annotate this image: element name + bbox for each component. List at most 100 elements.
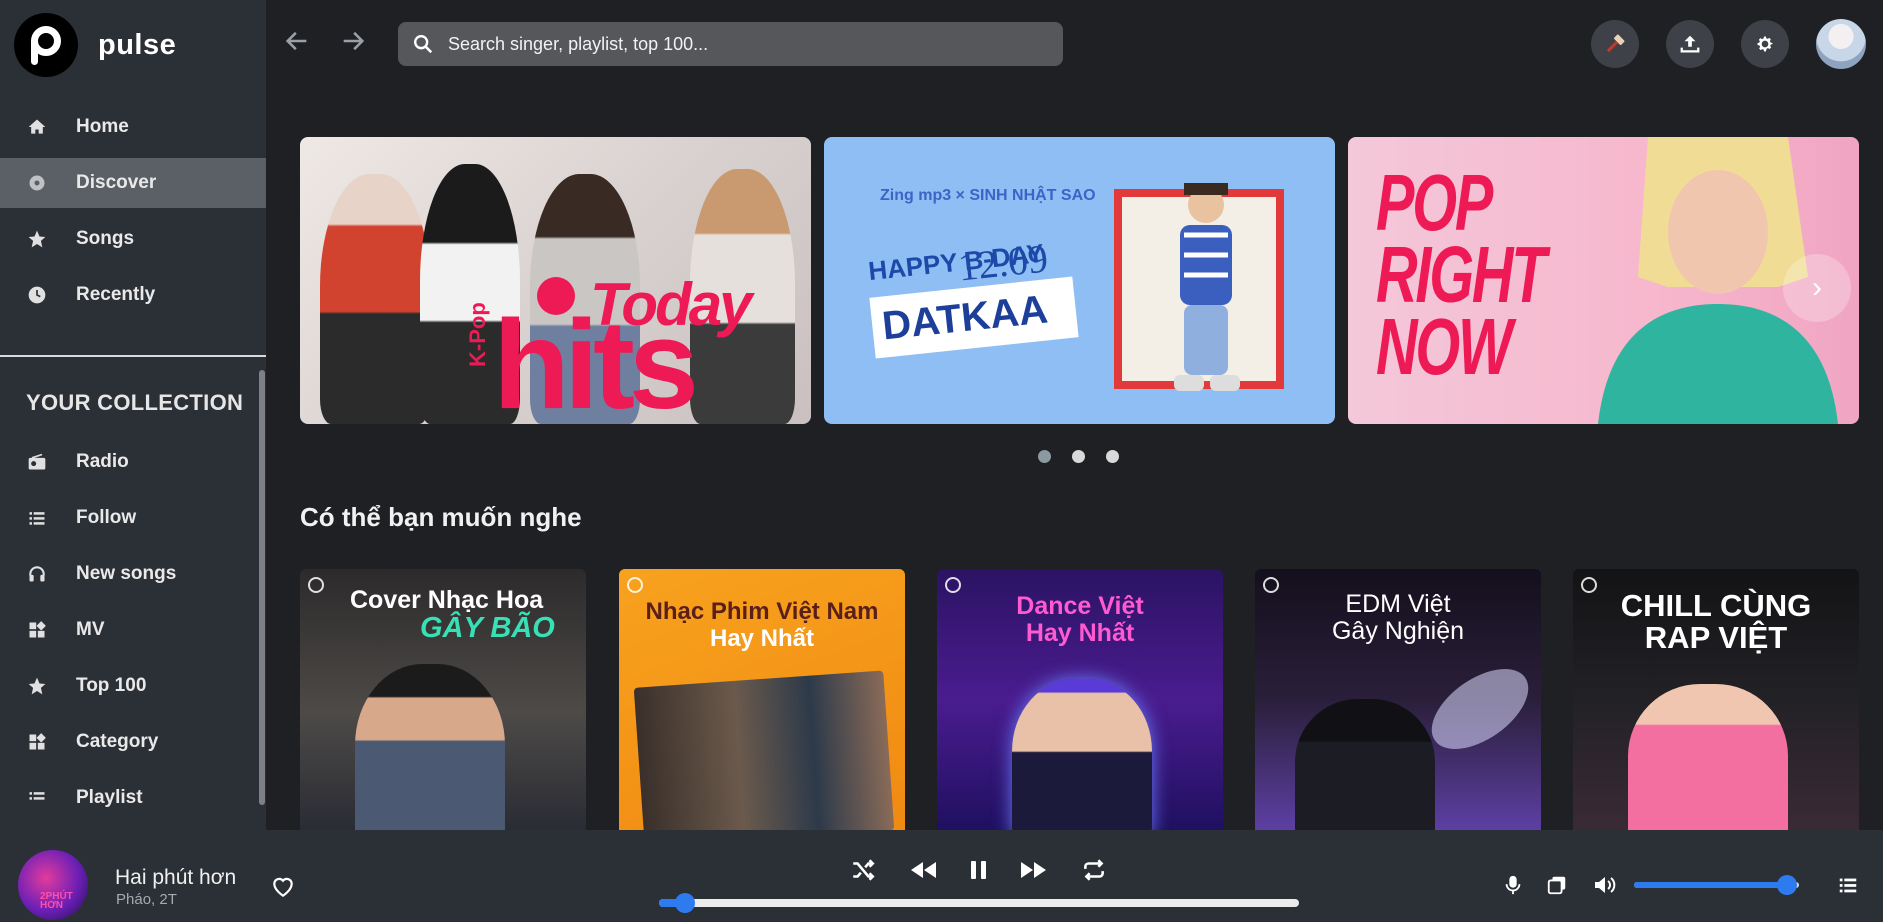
sidebar-item-radio[interactable]: Radio: [0, 437, 266, 487]
copy-icon: [1547, 876, 1566, 895]
next-button[interactable]: [1019, 855, 1049, 885]
microphone-icon: [1505, 875, 1521, 895]
banner-happy-birthday[interactable]: Zing mp3 × SINH NHẬT SAO HAPPY B-DAY 12.…: [824, 137, 1335, 424]
radio-icon: [26, 451, 48, 473]
banner-kpop-today-hits[interactable]: Today hits K-Pop: [300, 137, 811, 424]
playlist-card[interactable]: Cover Nhạc Hoa GÂY BÃO: [300, 569, 586, 830]
playlist-card[interactable]: Dance Việt Hay Nhất: [937, 569, 1223, 830]
search-input[interactable]: [448, 33, 1008, 55]
mini-player-button[interactable]: [1544, 872, 1570, 898]
progress-knob[interactable]: [674, 893, 695, 913]
sidebar-item-label: Home: [76, 116, 129, 137]
playlist-card[interactable]: CHILL CÙNG RAP VIỆT: [1573, 569, 1859, 830]
banner-title-line: RIGHT: [1376, 230, 1547, 319]
app-name: pulse: [98, 28, 177, 61]
carousel-dot[interactable]: [1038, 450, 1051, 463]
progress-slider[interactable]: [659, 893, 1299, 913]
song-artist[interactable]: Pháo, 2T: [116, 891, 177, 908]
volume-fill: [1634, 882, 1788, 888]
cover-text: 2PHÚT HƠN: [40, 891, 73, 911]
banner-artist-figure: [1174, 183, 1240, 391]
sidebar-item-playlist[interactable]: Playlist: [0, 773, 266, 823]
main-nav: Home Discover Songs Recently: [0, 102, 266, 326]
settings-button[interactable]: [1741, 20, 1789, 68]
like-button[interactable]: [270, 874, 296, 900]
song-cover[interactable]: 2PHÚT HƠN: [18, 850, 88, 920]
sidebar-item-recently[interactable]: Recently: [0, 270, 266, 320]
carousel-dots: [1038, 450, 1119, 463]
banner-text-kpop: K-Pop: [465, 302, 490, 367]
upload-button[interactable]: [1666, 20, 1714, 68]
pause-button[interactable]: [964, 855, 994, 885]
headphones-icon: [26, 563, 48, 585]
banner-text-hits: hits: [493, 294, 699, 425]
card-artwork: [1012, 679, 1152, 830]
grid-icon: [26, 619, 48, 641]
back-button[interactable]: [282, 27, 312, 57]
volume-button[interactable]: [1592, 872, 1618, 898]
sidebar-item-label: New songs: [76, 563, 177, 584]
carousel-dot[interactable]: [1106, 450, 1119, 463]
repeat-button[interactable]: [1079, 855, 1109, 885]
star-icon: [26, 675, 48, 697]
banner-pop-right-now[interactable]: POP RIGHT NOW: [1348, 137, 1859, 424]
heart-icon: [273, 877, 293, 897]
star-icon: [26, 228, 48, 250]
sidebar-scrollbar[interactable]: [259, 370, 265, 805]
playlist-card[interactable]: EDM Việt Gây Nghiện: [1255, 569, 1541, 830]
card-title-line: CHILL CÙNG: [1620, 588, 1812, 623]
logo[interactable]: pulse: [14, 13, 176, 77]
banner-title: POP RIGHT NOW: [1376, 158, 1547, 391]
sidebar-item-home[interactable]: Home: [0, 102, 266, 152]
previous-button[interactable]: [908, 855, 938, 885]
karaoke-button[interactable]: [1500, 872, 1526, 898]
sidebar-item-label: Top 100: [76, 675, 147, 696]
sidebar-item-label: Radio: [76, 451, 129, 472]
card-title-line: Cover Nhạc Hoa: [350, 586, 544, 614]
app: pulse Home Discover Songs Recently YOUR …: [0, 0, 1883, 922]
collection-title: YOUR COLLECTION: [26, 390, 244, 415]
banner-title-line: NOW: [1376, 302, 1512, 391]
list-icon: [26, 507, 48, 529]
queue-button[interactable]: [1835, 872, 1861, 898]
card-artwork: [1295, 699, 1435, 830]
search-icon: [414, 35, 433, 54]
rewind-icon: [911, 862, 936, 878]
forward-button[interactable]: [338, 27, 368, 57]
card-title-line: Nhạc Phim Việt Nam: [645, 598, 879, 625]
pause-icon: [971, 861, 986, 879]
song-title[interactable]: Hai phút hơn: [115, 866, 236, 890]
spotlight-graphic: [1417, 652, 1541, 766]
disc-icon: [627, 577, 643, 593]
card-artwork: [633, 670, 895, 830]
arrow-left-icon: [285, 31, 307, 51]
user-avatar[interactable]: [1816, 19, 1866, 69]
volume-slider[interactable]: [1634, 875, 1799, 895]
fast-forward-icon: [1021, 862, 1046, 878]
card-title-line: EDM Việt: [1345, 590, 1451, 618]
sidebar-item-new-songs[interactable]: New songs: [0, 549, 266, 599]
card-artwork: [1628, 684, 1788, 830]
sidebar-item-discover[interactable]: Discover: [0, 158, 266, 208]
theme-button[interactable]: [1591, 20, 1639, 68]
sidebar-divider: [0, 355, 266, 357]
banner-title-line: POP: [1376, 158, 1493, 247]
grid-icon: [26, 731, 48, 753]
shuffle-button[interactable]: [848, 855, 878, 885]
clock-icon: [26, 284, 48, 306]
sidebar-item-category[interactable]: Category: [0, 717, 266, 767]
card-title-line: Hay Nhất: [1025, 619, 1135, 647]
playlist-card[interactable]: Nhạc Phim Việt Nam Hay Nhất: [619, 569, 905, 830]
home-icon: [26, 116, 48, 138]
sidebar-item-songs[interactable]: Songs: [0, 214, 266, 264]
upload-icon: [1680, 35, 1700, 53]
collection-nav: Radio Follow New songs MV Top 100 Catego…: [0, 437, 266, 829]
sidebar-item-follow[interactable]: Follow: [0, 493, 266, 543]
carousel-next-button[interactable]: ›: [1783, 254, 1851, 322]
carousel-dot[interactable]: [1072, 450, 1085, 463]
banner-artist-name: DATKAA: [869, 276, 1079, 359]
pulse-logo-icon: [14, 13, 78, 77]
sidebar-item-mv[interactable]: MV: [0, 605, 266, 655]
sidebar-item-label: Category: [76, 731, 159, 752]
sidebar-item-top-100[interactable]: Top 100: [0, 661, 266, 711]
